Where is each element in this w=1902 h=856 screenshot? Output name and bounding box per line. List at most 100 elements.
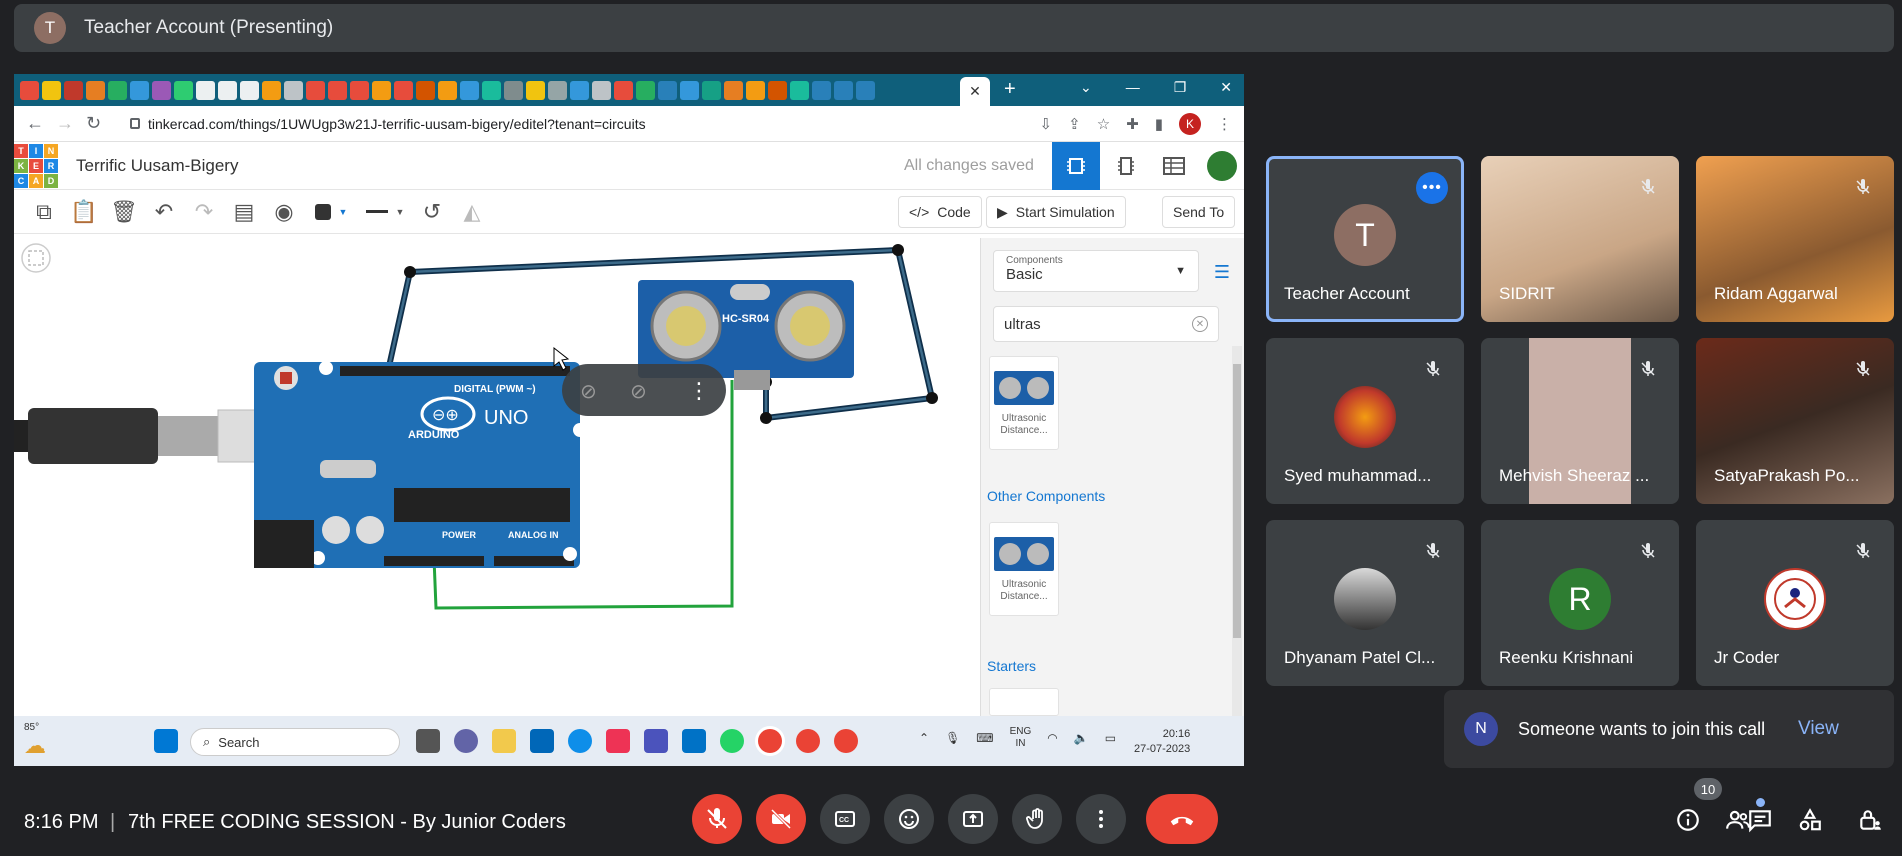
camera-toggle-button[interactable]	[756, 794, 806, 844]
tab-favicon[interactable]	[306, 80, 325, 100]
notes-icon[interactable]: ▤	[224, 192, 264, 232]
back-icon[interactable]: ←	[26, 113, 56, 134]
language-indicator[interactable]: ENG IN	[1010, 726, 1032, 750]
tray-mic-icon[interactable]: 🎙	[945, 731, 960, 745]
extensions-icon[interactable]: ✚	[1126, 115, 1139, 133]
participant-tile[interactable]: SIDRIT	[1481, 156, 1679, 322]
chat-app-icon[interactable]	[454, 729, 478, 753]
share-icon[interactable]: ⇪	[1068, 115, 1081, 133]
component-list-view-button[interactable]	[1150, 142, 1198, 190]
copy-icon[interactable]: ⧉	[24, 192, 64, 232]
tray-keyboard-icon[interactable]: ⌨	[976, 731, 993, 745]
wire-color-picker[interactable]: ▼	[304, 192, 358, 232]
start-simulation-button[interactable]: ▶ Start Simulation	[986, 196, 1126, 228]
app-icon[interactable]	[606, 729, 630, 753]
participant-tile[interactable]: Ridam Aggarwal	[1696, 156, 1894, 322]
tab-favicon[interactable]	[64, 80, 83, 100]
flip-icon[interactable]: ◭	[452, 192, 492, 232]
tab-favicon[interactable]	[526, 80, 545, 100]
participant-tile[interactable]: Mehvish Sheeraz ...	[1481, 338, 1679, 504]
profile-avatar[interactable]: K	[1179, 112, 1201, 135]
weather-widget[interactable]: 85° ☁	[24, 722, 46, 759]
view-button[interactable]: View	[1798, 718, 1839, 740]
start-icon[interactable]	[154, 729, 178, 753]
url-field[interactable]: tinkercad.com/things/1UWUgp3w21J-terrifi…	[130, 116, 1040, 132]
captions-button[interactable]: CC	[820, 794, 870, 844]
participant-tile[interactable]: ••• T Teacher Account	[1266, 156, 1464, 322]
outlook-icon[interactable]	[682, 729, 706, 753]
tab-search-icon[interactable]: ⌄	[1080, 79, 1092, 96]
participant-tile[interactable]: SatyaPrakash Po...	[1696, 338, 1894, 504]
tab-favicon[interactable]	[702, 80, 721, 100]
undo-icon[interactable]: ↶	[144, 192, 184, 232]
tab-favicon[interactable]	[262, 80, 281, 100]
task-view-icon[interactable]	[416, 729, 440, 753]
tab-favicon[interactable]	[746, 80, 765, 100]
schematic-view-button[interactable]	[1102, 142, 1150, 190]
arduino-board[interactable]: ⊖⊕ UNO ARDUINO DIGITAL (PWM ~) POWER ANA…	[254, 361, 587, 568]
send-to-button[interactable]: Send To	[1162, 196, 1236, 228]
participant-tile[interactable]: Jr Coder	[1696, 520, 1894, 686]
tab-favicon[interactable]	[570, 80, 589, 100]
participant-tile[interactable]: R Reenku Krishnani	[1481, 520, 1679, 686]
maximize-icon[interactable]: ❐	[1174, 79, 1187, 96]
wire-type-picker[interactable]: ▼	[358, 192, 412, 232]
tab-favicon[interactable]	[218, 80, 237, 100]
tab-favicon[interactable]	[636, 80, 655, 100]
components-dropdown[interactable]: Components Basic ▼	[993, 250, 1199, 292]
tab-favicon[interactable]	[350, 80, 369, 100]
store-icon[interactable]	[530, 729, 554, 753]
redo-icon[interactable]: ↷	[184, 192, 224, 232]
more-options-button[interactable]	[1076, 794, 1126, 844]
mic-toggle-button[interactable]	[692, 794, 742, 844]
bookmark-star-icon[interactable]: ☆	[1097, 115, 1110, 133]
minimize-icon[interactable]: —	[1126, 79, 1140, 96]
list-view-icon[interactable]: ☰	[1214, 262, 1230, 283]
circuit-canvas[interactable]: ⊖⊕ UNO ARDUINO DIGITAL (PWM ~) POWER ANA…	[14, 238, 980, 716]
sidepanel-icon[interactable]: ▮	[1155, 115, 1163, 133]
chrome-icon[interactable]	[834, 729, 858, 753]
tab-favicon[interactable]	[790, 80, 809, 100]
clear-search-icon[interactable]: ✕	[1192, 316, 1208, 332]
active-tab-close-icon[interactable]: ✕	[960, 77, 990, 106]
tab-favicon[interactable]	[460, 80, 479, 100]
rotate-icon[interactable]: ↺	[412, 192, 452, 232]
tab-favicon[interactable]	[130, 80, 149, 100]
tab-favicon[interactable]	[240, 80, 259, 100]
tab-favicon[interactable]	[614, 80, 633, 100]
overlay-sound-off-icon[interactable]: ⊘	[630, 379, 647, 403]
component-ultrasonic[interactable]: Ultrasonic Distance...	[989, 356, 1059, 450]
fit-view-icon[interactable]	[21, 243, 51, 273]
tab-favicon[interactable]	[196, 80, 215, 100]
browser-menu-icon[interactable]: ⋮	[1217, 115, 1232, 133]
tab-favicon[interactable]	[394, 80, 413, 100]
tinkercad-logo[interactable]: T I N K E R C A D	[14, 143, 58, 188]
end-call-button[interactable]	[1146, 794, 1218, 844]
teams-icon[interactable]	[644, 729, 668, 753]
forward-icon[interactable]: →	[56, 113, 86, 134]
tab-favicon[interactable]	[108, 80, 127, 100]
battery-icon[interactable]: ▭	[1105, 731, 1116, 745]
system-clock[interactable]: 20:16 27-07-2023	[1134, 727, 1190, 757]
chrome-icon[interactable]	[796, 729, 820, 753]
tab-favicon[interactable]	[284, 80, 303, 100]
participant-tile[interactable]: Syed muhammad...	[1266, 338, 1464, 504]
wifi-icon[interactable]: ◠	[1047, 731, 1057, 745]
screenshare-overlay[interactable]: ⊘ ⊘ ⋮	[562, 364, 726, 416]
starter-item[interactable]	[989, 688, 1059, 716]
more-options-icon[interactable]: •••	[1416, 172, 1448, 204]
install-icon[interactable]: ⇩	[1040, 115, 1053, 133]
tab-favicon[interactable]	[548, 80, 567, 100]
scroll-thumb[interactable]	[1233, 364, 1241, 638]
panel-scrollbar[interactable]	[1232, 346, 1242, 716]
component-search-input[interactable]: ultras ✕	[993, 306, 1219, 342]
code-button[interactable]: </> Code	[898, 196, 982, 228]
chrome-icon[interactable]	[758, 729, 782, 753]
tab-favicon[interactable]	[724, 80, 743, 100]
raise-hand-button[interactable]	[1012, 794, 1062, 844]
tab-favicon[interactable]	[372, 80, 391, 100]
tab-favicon[interactable]	[416, 80, 435, 100]
tab-favicon[interactable]	[438, 80, 457, 100]
present-button[interactable]	[948, 794, 998, 844]
tab-favicons[interactable]	[20, 80, 875, 100]
